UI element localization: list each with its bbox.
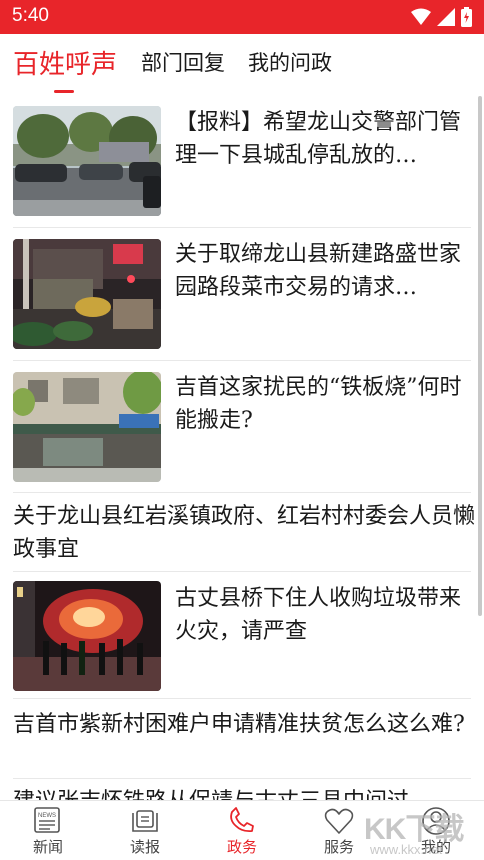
nav-label: 新闻	[32, 838, 63, 856]
svg-text:NEWS: NEWS	[38, 813, 56, 819]
signal-icon	[437, 8, 455, 26]
status-icons	[411, 7, 472, 27]
heart-icon	[324, 808, 354, 834]
nav-reading[interactable]: 读报	[97, 801, 193, 860]
item-title[interactable]: 关于取缔龙山县新建路盛世家园路段菜市交易的请求…	[175, 238, 471, 304]
newspaper-icon: NEWS	[34, 807, 60, 833]
building-shops-photo	[13, 372, 161, 482]
nav-label: 读报	[129, 838, 160, 856]
status-time: 5:40	[12, 5, 49, 26]
list-item[interactable]: 吉首这家扰民的“铁板烧”何时能搬走?	[13, 361, 471, 493]
street-cars-photo	[13, 106, 161, 216]
item-title[interactable]: 建议张吉怀铁路从保靖与古丈三县中间过	[13, 785, 475, 800]
wifi-icon	[411, 8, 431, 25]
item-title[interactable]: 【报料】希望龙山交警部门管理一下县城乱停乱放的…	[175, 106, 471, 172]
list-item[interactable]: 关于取缔龙山县新建路盛世家园路段菜市交易的请求…	[13, 228, 471, 361]
item-title[interactable]: 古丈县桥下住人收购垃圾带来火灾，请严查	[175, 582, 471, 648]
list-item[interactable]: 建议张吉怀铁路从保靖与古丈三县中间过	[13, 779, 471, 800]
government-icon	[230, 807, 254, 833]
item-title[interactable]: 吉首市紫新村困难户申请精准扶贫怎么这么难?	[13, 708, 475, 774]
scrollbar[interactable]	[478, 96, 482, 616]
tab-department-reply[interactable]: 部门回复	[141, 47, 225, 77]
tab-public-voice[interactable]: 百姓呼声	[13, 44, 117, 81]
list-item[interactable]: 吉首市紫新村困难户申请精准扶贫怎么这么难?	[13, 699, 471, 779]
list-item[interactable]: 古丈县桥下住人收购垃圾带来火灾，请严查	[13, 572, 471, 699]
list-item[interactable]: 关于龙山县红岩溪镇政府、红岩村村委会人员懒政事宜	[13, 493, 475, 572]
book-icon	[132, 810, 158, 832]
list-item[interactable]: 【报料】希望龙山交警部门管理一下县城乱停乱放的…	[13, 96, 471, 228]
night-market-photo	[13, 239, 161, 349]
fire-night-photo	[13, 581, 161, 691]
status-bar: 5:40	[0, 0, 484, 34]
nav-news[interactable]: NEWS 新闻	[0, 801, 96, 860]
item-title[interactable]: 吉首这家扰民的“铁板烧”何时能搬走?	[175, 371, 471, 437]
watermark-url: www.kkx.net	[370, 842, 443, 857]
nav-label: 政务	[226, 838, 257, 856]
item-title[interactable]: 关于龙山县红岩溪镇政府、红岩村村委会人员懒政事宜	[13, 500, 475, 566]
top-tabs: 百姓呼声 部门回复 我的问政	[0, 34, 484, 96]
battery-icon	[461, 7, 472, 27]
active-tab-indicator	[54, 90, 74, 93]
watermark: KK下载 www.kkx.net	[360, 804, 480, 858]
post-list[interactable]: 【报料】希望龙山交警部门管理一下县城乱停乱放的… 关于取缔龙山县新建路盛世家园路…	[0, 96, 484, 800]
tab-my-inquiries[interactable]: 我的问政	[248, 47, 332, 77]
nav-government[interactable]: 政务	[194, 801, 290, 860]
